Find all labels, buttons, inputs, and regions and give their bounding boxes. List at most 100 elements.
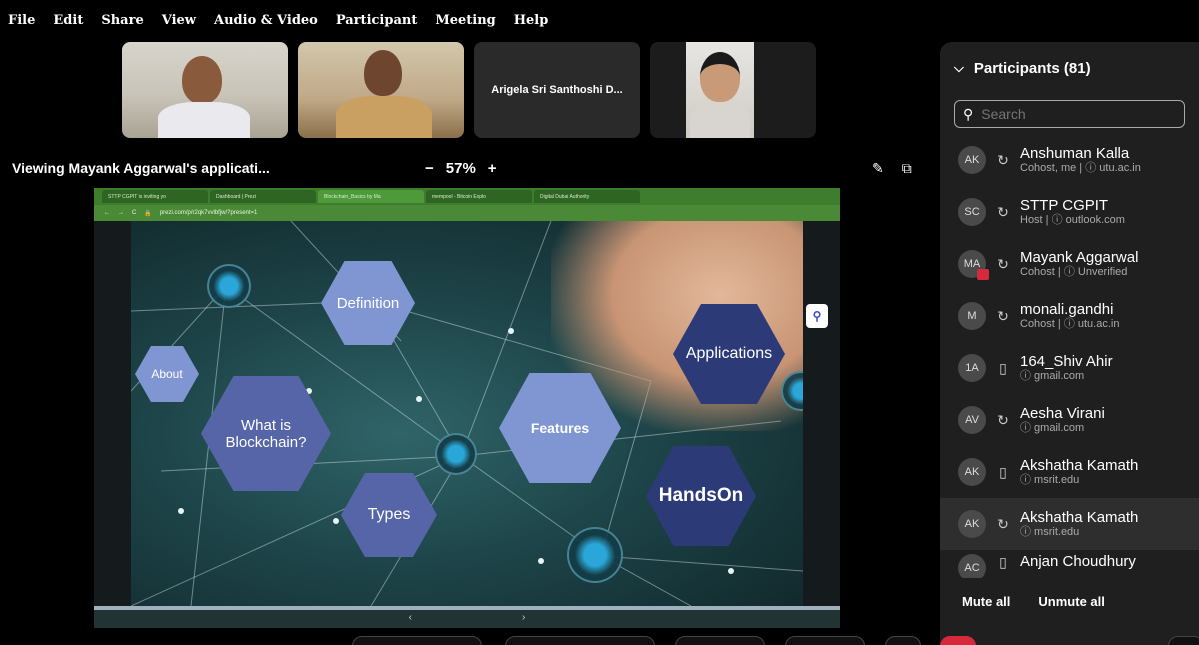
participants-title: Participants (81)	[973, 59, 1091, 77]
prev-slide-icon[interactable]: ‹	[409, 612, 412, 623]
browser-tab[interactable]: mempool - Bitcoin Explo	[426, 190, 532, 203]
video-tile-participant-3[interactable]: Arigela Sri Santhoshi D...	[474, 42, 640, 138]
zoom-controls: − 57% +	[425, 160, 497, 177]
participant-role: Cohost, me | ⓘ utu.ac.in	[1020, 162, 1141, 175]
zoom-out-button[interactable]: −	[425, 160, 434, 177]
participant-role: ⓘ msrit.edu	[1020, 474, 1080, 487]
browser-tab[interactable]: Dashboard | Prezi	[210, 190, 316, 203]
share-toolbar-icons: ✎ ⧉	[872, 160, 912, 177]
participant-row[interactable]: AK ↻ Anshuman Kalla Cohost, me | ⓘ utu.a…	[940, 134, 1199, 186]
participant-row[interactable]: M ↻ monali.gandhi Cohost | ⓘ utu.ac.in	[940, 290, 1199, 342]
participant-name-label: Arigela Sri Santhoshi D...	[491, 84, 623, 96]
participant-search[interactable]: ⚲	[954, 100, 1185, 128]
participant-body	[690, 104, 750, 138]
reload-icon[interactable]: C	[132, 210, 136, 216]
progress-track	[94, 606, 840, 610]
browser-address-bar: ← → C 🔒 prezi.com/p/r2qk7vvlbfjw/?presen…	[94, 205, 840, 221]
menu-view[interactable]: View	[162, 13, 196, 28]
menu-file[interactable]: File	[8, 13, 35, 28]
leave-button[interactable]	[940, 636, 976, 645]
participant-role: Cohost | ⓘ Unverified	[1020, 266, 1128, 279]
reactions-control[interactable]	[885, 636, 921, 645]
headset-icon: ↻	[997, 203, 1009, 220]
tab-label: mempool - Bitcoin Explo	[432, 193, 486, 200]
participant-face	[700, 52, 740, 102]
participant-face	[182, 56, 222, 104]
participant-row[interactable]: AC ▯ Anjan Choudhury	[940, 550, 1199, 578]
pop-out-icon[interactable]: ⧉	[902, 160, 912, 177]
menu-edit[interactable]: Edit	[53, 13, 83, 28]
hex-label: HandsOn	[658, 485, 744, 506]
video-tile-participant-4[interactable]	[650, 42, 816, 138]
menu-share[interactable]: Share	[101, 13, 143, 28]
search-icon: ⚲	[963, 105, 974, 122]
presentation-slide: Definition About What is Blockchain? Typ…	[131, 221, 803, 606]
avatar: AK	[958, 458, 986, 486]
participant-name: Akshatha Kamath	[1020, 457, 1139, 474]
sharing-badge-icon	[977, 269, 989, 280]
avatar: M	[958, 302, 986, 330]
participant-body	[158, 102, 250, 138]
chevron-down-icon[interactable]: ⌵	[954, 60, 964, 76]
participant-info: Anshuman Kalla Cohost, me | ⓘ utu.ac.in	[1020, 146, 1141, 175]
prezi-extension-icon[interactable]: ⚲	[806, 304, 828, 328]
mobile-icon: ▯	[999, 359, 1007, 376]
hex-label: Applications	[685, 345, 773, 362]
menu-help[interactable]: Help	[514, 13, 549, 28]
avatar: AK	[958, 510, 986, 538]
annotate-icon[interactable]: ✎	[872, 160, 884, 177]
browser-tab-active[interactable]: Blockchain_Basics by Ma	[318, 190, 424, 203]
hex-label: Types	[367, 506, 411, 523]
participant-row[interactable]: AV ↻ Aesha Virani ⓘ gmail.com	[940, 394, 1199, 446]
tab-label: STTP CGPIT is inviting yo	[108, 193, 166, 200]
end-control[interactable]	[1168, 636, 1199, 645]
participant-row[interactable]: MA ↻ Mayank Aggarwal Cohost | ⓘ Unverifi…	[940, 238, 1199, 290]
shared-screen: STTP CGPIT is inviting yo Dashboard | Pr…	[94, 188, 840, 628]
headset-icon: ↻	[997, 411, 1009, 428]
participant-name: 164_Shiv Ahir	[1020, 353, 1113, 370]
participants-panel: ⌵ Participants (81) ⚲ AK ↻ Anshuman Kall…	[940, 42, 1199, 645]
participant-row[interactable]: SC ↻ STTP CGPIT Host | ⓘ outlook.com	[940, 186, 1199, 238]
participant-name: monali.gandhi	[1020, 301, 1114, 318]
menu-audio-video[interactable]: Audio & Video	[214, 13, 318, 28]
participant-row[interactable]: AK ↻ Akshatha Kamath ⓘ msrit.edu	[940, 498, 1199, 550]
share-control[interactable]	[675, 636, 765, 645]
zoom-in-button[interactable]: +	[488, 160, 497, 177]
hex-label: Definition	[336, 294, 400, 312]
headset-icon: ↻	[997, 151, 1009, 168]
participants-header[interactable]: ⌵ Participants (81)	[940, 42, 1199, 94]
back-icon[interactable]: ←	[104, 210, 110, 216]
presentation-nav-bar: ‹ ›	[94, 606, 840, 628]
participant-name: Anjan Choudhury	[1020, 554, 1136, 570]
video-control[interactable]	[505, 636, 655, 645]
participant-info: Akshatha Kamath ⓘ msrit.edu	[1020, 458, 1138, 487]
menu-bar: File Edit Share View Audio & Video Parti…	[0, 0, 940, 40]
url-text[interactable]: prezi.com/p/r2qk7vvlbfjw/?present=1	[160, 210, 258, 216]
participant-info: Mayank Aggarwal Cohost | ⓘ Unverified	[1020, 250, 1138, 279]
browser-tab[interactable]: STTP CGPIT is inviting yo	[102, 190, 208, 203]
network-node-icon	[435, 433, 477, 475]
video-tile-participant-2[interactable]	[298, 42, 464, 138]
mute-all-button[interactable]: Mute all	[962, 594, 1010, 609]
video-tile-participant-1[interactable]	[122, 42, 288, 138]
mute-control[interactable]	[352, 636, 482, 645]
avatar: SC	[958, 198, 986, 226]
participant-row[interactable]: 1A ▯ 164_Shiv Ahir ⓘ gmail.com	[940, 342, 1199, 394]
headset-icon: ↻	[997, 515, 1009, 532]
participant-role: ⓘ gmail.com	[1020, 370, 1085, 383]
participant-row[interactable]: AK ▯ Akshatha Kamath ⓘ msrit.edu	[940, 446, 1199, 498]
zoom-level: 57%	[445, 160, 476, 177]
unmute-all-button[interactable]: Unmute all	[1038, 594, 1104, 609]
participant-face	[364, 50, 402, 96]
menu-meeting[interactable]: Meeting	[435, 13, 495, 28]
search-input[interactable]	[981, 106, 1182, 122]
participant-name: Akshatha Kamath	[1020, 509, 1139, 526]
more-control[interactable]	[785, 636, 865, 645]
participant-name: Aesha Virani	[1020, 405, 1105, 422]
browser-tab[interactable]: Digital Dubai Authority	[534, 190, 640, 203]
participant-role: ⓘ gmail.com	[1020, 422, 1085, 435]
next-slide-icon[interactable]: ›	[522, 612, 525, 623]
forward-icon[interactable]: →	[118, 210, 124, 216]
menu-participant[interactable]: Participant	[336, 13, 417, 28]
participant-info: Aesha Virani ⓘ gmail.com	[1020, 406, 1105, 435]
